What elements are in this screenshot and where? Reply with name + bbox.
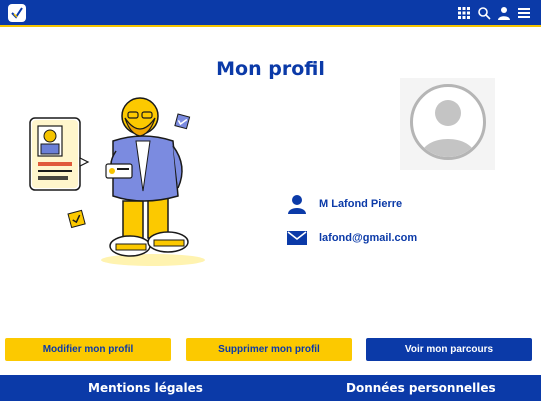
app-logo-icon[interactable]: [8, 4, 26, 22]
search-icon[interactable]: [477, 6, 491, 20]
view-journey-button[interactable]: Voir mon parcours: [366, 338, 532, 361]
avatar-placeholder-icon: [410, 84, 486, 160]
profile-name-row: M Lafond Pierre: [287, 194, 402, 214]
legal-notice-link[interactable]: Mentions légales: [88, 381, 203, 395]
profile-illustration: [28, 96, 218, 271]
profile-email: lafond@gmail.com: [319, 232, 418, 244]
edit-profile-button[interactable]: Modifier mon profil: [5, 338, 171, 361]
profile-email-row: lafond@gmail.com: [287, 228, 417, 248]
personal-data-link[interactable]: Données personnelles: [346, 381, 496, 395]
email-icon: [287, 228, 307, 248]
person-icon: [287, 194, 307, 214]
user-icon[interactable]: [497, 6, 511, 20]
grid-icon[interactable]: [457, 6, 471, 20]
page-title: Mon profil: [216, 58, 325, 80]
profile-name: M Lafond Pierre: [319, 198, 403, 210]
menu-icon[interactable]: [517, 6, 531, 20]
delete-profile-button[interactable]: Supprimer mon profil: [186, 338, 352, 361]
footer: Mentions légales Données personnelles: [0, 375, 541, 401]
profile-picture[interactable]: [400, 78, 495, 170]
top-navigation-bar: [0, 0, 541, 27]
